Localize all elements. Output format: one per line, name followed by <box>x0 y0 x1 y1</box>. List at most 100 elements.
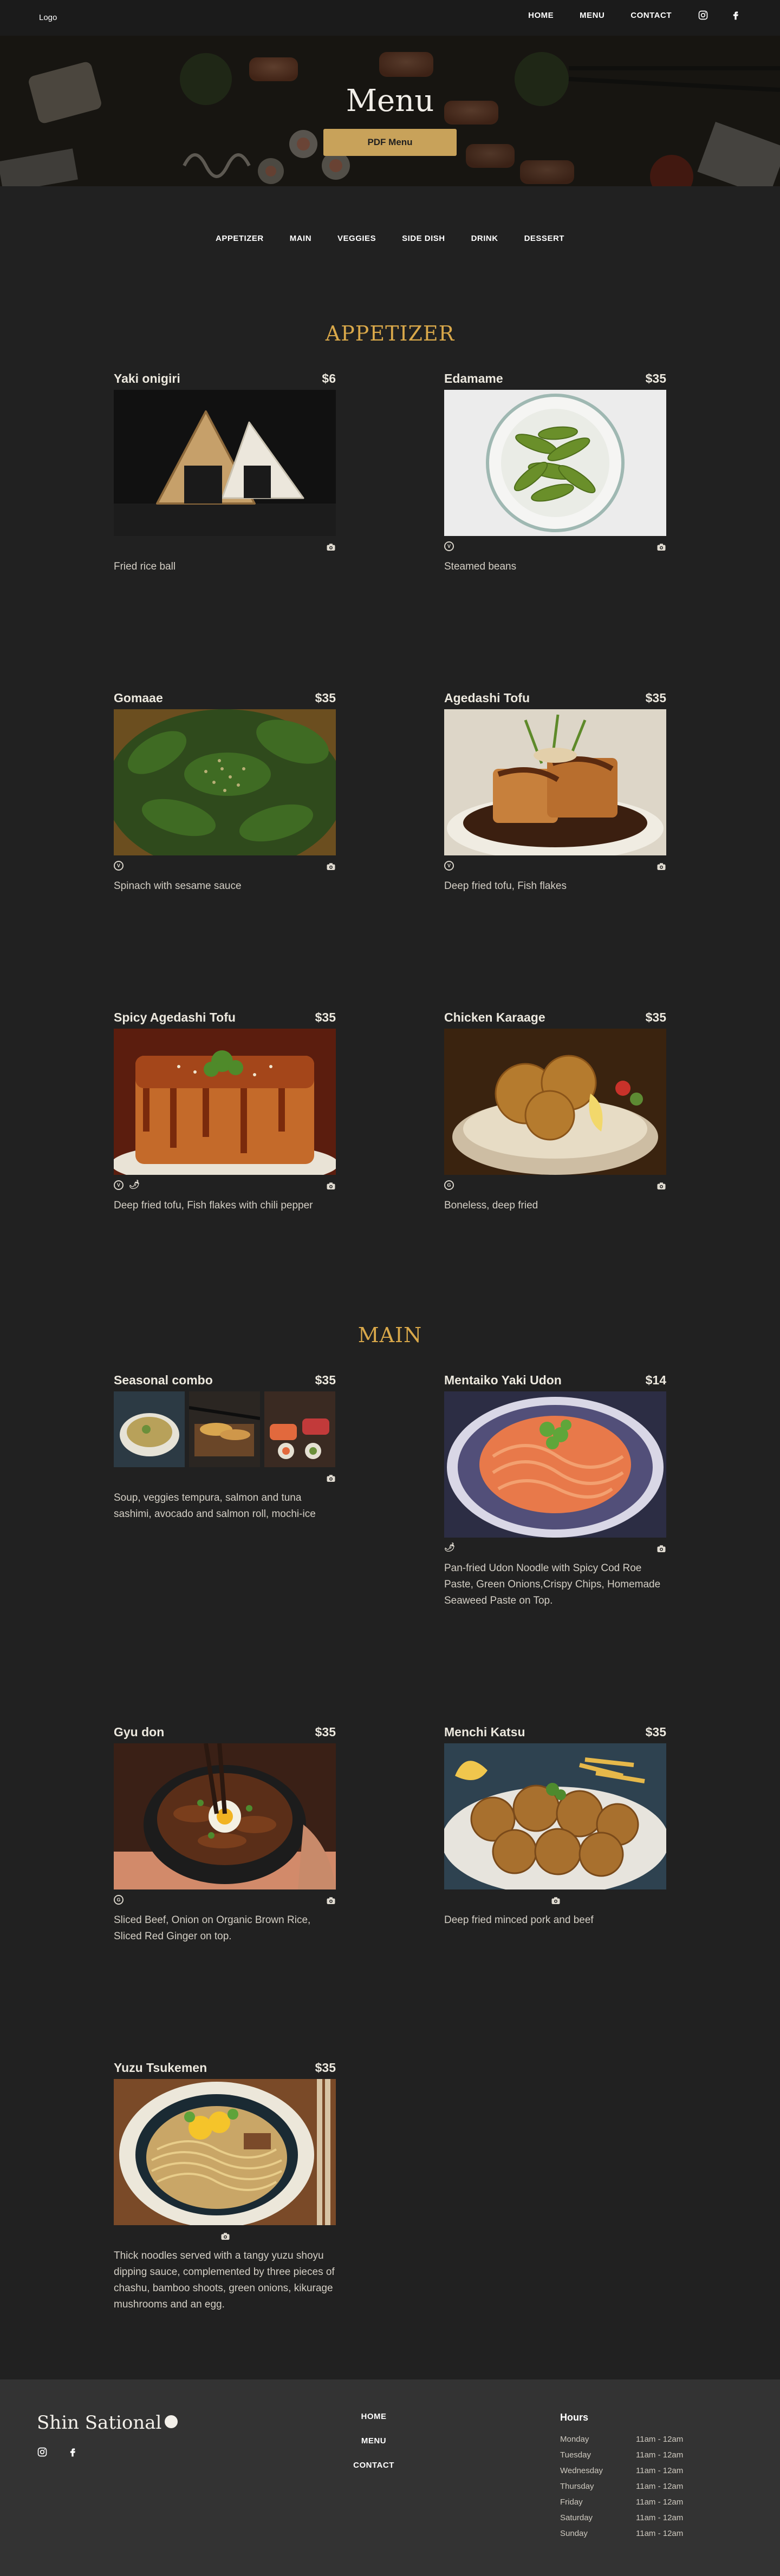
menu-item: Spicy Agedashi Tofu $35 V 🌶 Deep fried t… <box>114 1010 336 1214</box>
instagram-icon[interactable] <box>37 2447 48 2457</box>
item-description: Pan-fried Udon Noodle with Spicy Cod Roe… <box>444 1562 661 1606</box>
vegan-icon: V <box>114 861 123 871</box>
hours-time: 11am - 12am <box>636 2482 684 2491</box>
item-price: $35 <box>315 1010 336 1024</box>
camera-icon[interactable] <box>656 542 666 552</box>
item-name: Edamame <box>444 371 503 385</box>
yaki-onigiri-photo[interactable] <box>114 390 336 536</box>
camera-icon[interactable] <box>656 1181 666 1191</box>
footer-nav-contact[interactable]: CONTACT <box>352 2461 395 2470</box>
spicy-agedashi-tofu-photo[interactable] <box>114 1029 336 1175</box>
footer-nav-home[interactable]: HOME <box>352 2412 395 2421</box>
item-price: $35 <box>645 1725 666 1739</box>
menu-item: Gomaae $35 V Spinach with sesame sauce <box>114 691 336 894</box>
hours-day: Monday <box>560 2435 589 2444</box>
chicken-karaage-photo[interactable] <box>444 1029 666 1175</box>
menchi-katsu-photo[interactable] <box>444 1743 666 1889</box>
hours-day: Sunday <box>560 2529 588 2538</box>
item-description: Deep fried tofu, Fish flakes with chili … <box>114 1200 313 1211</box>
chili-icon: 🌶 <box>129 1180 140 1189</box>
category-drink[interactable]: DRINK <box>471 234 498 243</box>
camera-icon[interactable] <box>220 2232 230 2241</box>
item-name: Menchi Katsu <box>444 1725 525 1739</box>
logo[interactable]: Logo <box>39 13 57 22</box>
facebook-icon[interactable] <box>730 10 741 21</box>
chili-icon: 🌶 <box>444 1543 456 1552</box>
nav-menu[interactable]: MENU <box>580 11 604 20</box>
item-price: $35 <box>645 691 666 705</box>
item-price: $35 <box>315 1373 336 1387</box>
hours-day: Thursday <box>560 2482 594 2491</box>
menu-item: Seasonal combo $35 Soup, veggies tempura… <box>114 1373 336 1522</box>
item-price: $35 <box>645 371 666 385</box>
nav-home[interactable]: HOME <box>528 11 554 20</box>
category-side-dish[interactable]: SIDE DISH <box>402 234 445 243</box>
vegan-icon: V <box>114 1180 123 1190</box>
section-title-main: MAIN <box>358 1323 422 1347</box>
pdf-menu-button[interactable]: PDF Menu <box>323 129 457 156</box>
camera-icon[interactable] <box>656 862 666 872</box>
item-name: Yuzu Tsukemen <box>114 2061 207 2075</box>
camera-icon[interactable] <box>656 1544 666 1554</box>
combo-photo-tempura[interactable] <box>189 1391 260 1467</box>
gomaae-photo[interactable] <box>114 709 336 855</box>
hours-time: 11am - 12am <box>636 2513 684 2522</box>
nav-contact[interactable]: CONTACT <box>630 11 672 20</box>
camera-icon[interactable] <box>326 1474 336 1483</box>
gyu-don-photo[interactable] <box>114 1743 336 1889</box>
camera-icon[interactable] <box>326 1181 336 1191</box>
category-appetizer[interactable]: APPETIZER <box>216 234 264 243</box>
menu-item: Gyu don $35 G Sliced Beef, Onion on Orga… <box>114 1725 336 1945</box>
camera-icon[interactable] <box>326 542 336 552</box>
brand-name: Shin Sational <box>37 2412 162 2434</box>
hours-title: Hours <box>560 2412 589 2423</box>
hours-time: 11am - 12am <box>636 2450 684 2460</box>
hours-time: 11am - 12am <box>636 2529 684 2538</box>
page-title: Menu <box>346 83 434 119</box>
yuzu-tsukemen-photo[interactable] <box>114 2079 336 2225</box>
item-name: Yaki onigiri <box>114 371 180 385</box>
camera-icon[interactable] <box>326 1896 336 1906</box>
item-name: Mentaiko Yaki Udon <box>444 1373 562 1387</box>
menu-item: Yaki onigiri $6 Fried rice ball <box>114 371 336 575</box>
hours-day: Friday <box>560 2497 583 2507</box>
item-price: $6 <box>322 371 336 385</box>
combo-photo-sushi[interactable] <box>264 1391 335 1467</box>
footer-brand: Shin Sational <box>37 2412 178 2434</box>
camera-icon[interactable] <box>551 1896 561 1906</box>
menu-item: Chicken Karaage $35 G Boneless, deep fri… <box>444 1010 666 1214</box>
footer-social <box>37 2447 78 2457</box>
section-title-appetizer: APPETIZER <box>325 322 455 345</box>
item-description: Deep fried tofu, Fish flakes <box>444 880 567 892</box>
gluten-free-icon: G <box>444 1180 454 1190</box>
menu-item: Menchi Katsu $35 Deep fried minced pork … <box>444 1725 666 1928</box>
footer-nav: HOME MENU CONTACT <box>352 2412 395 2485</box>
footer-nav-menu[interactable]: MENU <box>352 2436 395 2446</box>
item-description: Sliced Beef, Onion on Organic Brown Rice… <box>114 1914 311 1942</box>
menu-item: Agedashi Tofu $35 V Deep fried tofu, Fis… <box>444 691 666 894</box>
item-description: Deep fried minced pork and beef <box>444 1914 594 1926</box>
vegan-icon: V <box>444 861 454 871</box>
camera-icon[interactable] <box>326 862 336 872</box>
item-description: Spinach with sesame sauce <box>114 880 242 892</box>
item-name: Seasonal combo <box>114 1373 213 1387</box>
facebook-icon[interactable] <box>67 2447 78 2457</box>
main-nav: HOME MENU CONTACT <box>528 11 672 20</box>
instagram-icon[interactable] <box>698 10 708 21</box>
category-main[interactable]: MAIN <box>290 234 311 243</box>
menu-item: Mentaiko Yaki Udon $14 🌶 Pan-fried Udon … <box>444 1373 666 1609</box>
category-veggies[interactable]: VEGGIES <box>337 234 376 243</box>
item-price: $14 <box>645 1373 666 1387</box>
hours-day: Saturday <box>560 2513 593 2522</box>
hours-time: 11am - 12am <box>636 2466 684 2475</box>
photo-gallery <box>114 1391 336 1467</box>
footer: Shin Sational HOME MENU CONTACT Hours Mo… <box>0 2379 780 2576</box>
item-description: Thick noodles served with a tangy yuzu s… <box>114 2250 335 2310</box>
agedashi-tofu-photo[interactable] <box>444 709 666 855</box>
item-name: Gomaae <box>114 691 163 705</box>
category-dessert[interactable]: DESSERT <box>524 234 564 243</box>
combo-photo-soup[interactable] <box>114 1391 185 1467</box>
mentaiko-yaki-udon-photo[interactable] <box>444 1391 666 1538</box>
edamame-photo[interactable] <box>444 390 666 536</box>
item-price: $35 <box>315 1725 336 1739</box>
